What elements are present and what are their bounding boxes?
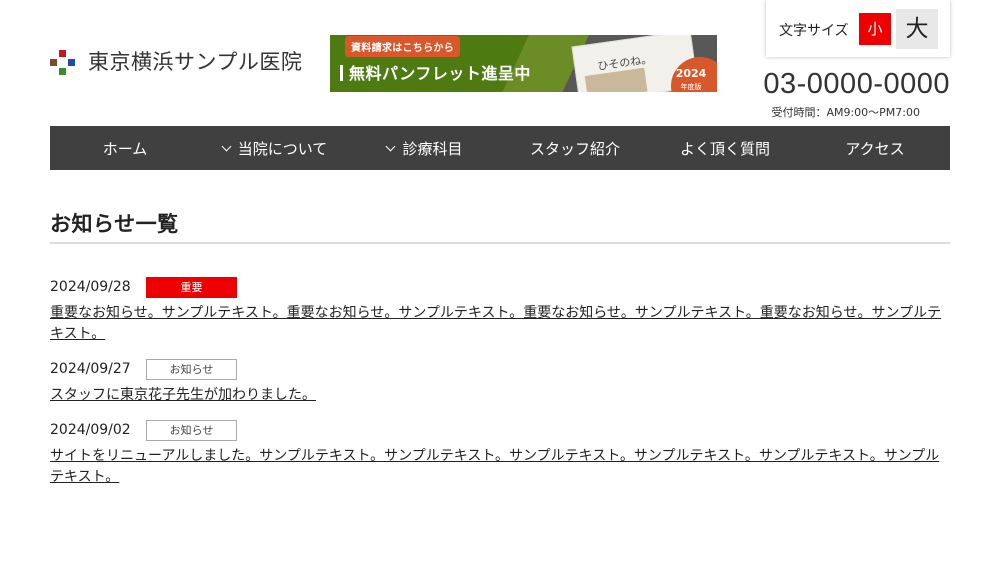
year-badge-sub: 年度版 [680,83,702,91]
site-logo[interactable]: 東京横浜サンプル医院 [50,46,302,76]
news-link[interactable]: サイトをリニューアルしました。サンプルテキスト。サンプルテキスト。サンプルテキス… [50,446,950,488]
page-title: お知らせ一覧 [50,212,179,236]
font-size-label: 文字サイズ [779,23,849,39]
nav-item-home[interactable]: ホーム [50,126,200,170]
banner-main-label: 無料パンフレット進呈中 [349,64,531,83]
chevron-down-icon [386,141,396,151]
nav-item-about[interactable]: 当院について [200,126,350,170]
phone-number[interactable]: 03-0000-0000 [763,68,950,101]
title-divider [50,242,950,244]
nav-item-staff[interactable]: スタッフ紹介 [500,126,650,170]
nav-item-label: スタッフ紹介 [529,139,620,158]
font-size-small-button[interactable]: 小 [859,13,891,45]
news-date: 2024/09/02 [50,422,131,438]
logo-mark-icon [50,46,75,76]
news-list: 2024/09/28 重要 重要なお知らせ。サンプルテキスト。重要なお知らせ。サ… [50,276,950,501]
nav-item-departments[interactable]: 診療科目 [350,126,500,170]
year-badge-number: 2024 [675,67,707,80]
reception-hours: 受付時間：AM9:00〜PM7:00 [771,106,920,119]
news-date: 2024/09/28 [50,279,131,295]
nav-item-label: 診療科目 [402,139,463,158]
nav-item-access[interactable]: アクセス [800,126,950,170]
font-size-switcher: 文字サイズ 小 大 [766,0,950,57]
nav-item-label: 当院について [237,139,328,158]
nav-item-label: ホーム [102,139,148,158]
nav-item-label: アクセス [845,139,905,158]
news-link[interactable]: 重要なお知らせ。サンプルテキスト。重要なお知らせ。サンプルテキスト。重要なお知ら… [50,303,950,345]
news-item: 2024/09/28 重要 重要なお知らせ。サンプルテキスト。重要なお知らせ。サ… [50,276,950,345]
news-item: 2024/09/27 お知らせ スタッフに東京花子先生が加わりました。 [50,358,950,406]
news-item: 2024/09/02 お知らせ サイトをリニューアルしました。サンプルテキスト。… [50,419,950,488]
category-badge-notice: お知らせ [146,358,237,380]
pamphlet-banner[interactable]: ひそのね。 2024 年度版 資料請求はこちらから 無料パンフレット進呈中 [330,35,717,92]
news-link[interactable]: スタッフに東京花子先生が加わりました。 [50,385,950,406]
banner-main-text: 無料パンフレット進呈中 [340,60,531,84]
site-name: 東京横浜サンプル医院 [88,50,303,74]
font-size-large-button[interactable]: 大 [896,9,938,49]
chevron-down-icon [221,141,232,151]
category-badge-notice: お知らせ [146,419,237,441]
nav-item-faq[interactable]: よく頂く質問 [650,126,800,170]
nav-item-label: よく頂く質問 [679,139,770,158]
category-badge-important: 重要 [146,276,237,298]
banner-tag: 資料請求はこちらから [345,36,460,57]
global-nav: ホーム 当院について 診療科目 スタッフ紹介 よく頂く質問 アクセス [50,126,950,170]
news-date: 2024/09/27 [50,361,131,377]
